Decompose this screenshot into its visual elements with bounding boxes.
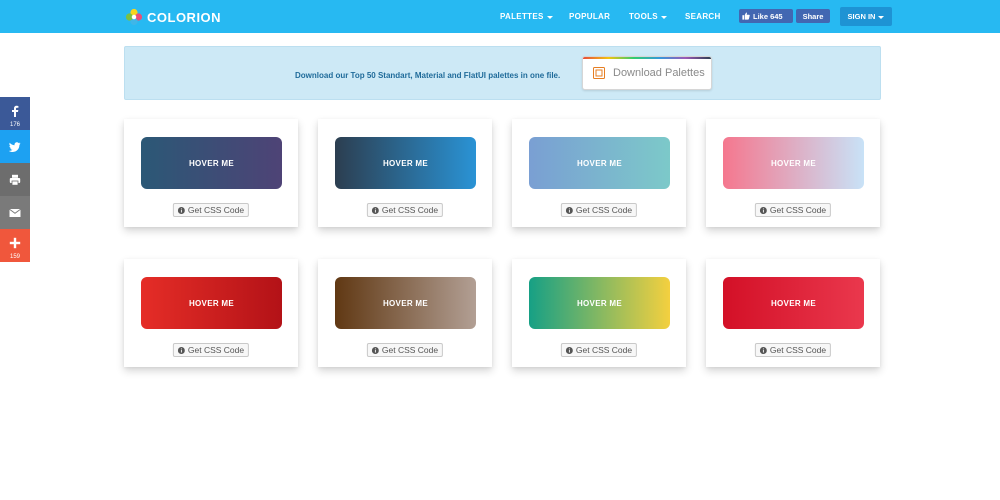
sign-in-label: SIGN IN <box>847 12 876 21</box>
gradient-card: HOVER ME Get CSS Code <box>124 119 298 227</box>
gradient-swatch[interactable]: HOVER ME <box>723 277 864 329</box>
share-twitter[interactable] <box>0 130 30 163</box>
get-css-code-button[interactable]: Get CSS Code <box>560 343 638 357</box>
plus-icon <box>9 237 21 248</box>
gradient-swatch[interactable]: HOVER ME <box>529 137 670 189</box>
gradient-swatch[interactable]: HOVER ME <box>529 277 670 329</box>
get-css-code-button[interactable]: Get CSS Code <box>754 203 832 217</box>
gradient-card: HOVER ME Get CSS Code <box>318 259 492 367</box>
facebook-like-button[interactable]: Like 645 <box>739 9 793 23</box>
hover-me-label: HOVER ME <box>770 158 817 168</box>
nav-tools-label: TOOLS <box>629 12 658 21</box>
hover-me-label: HOVER ME <box>770 298 817 308</box>
nav-palettes[interactable]: PALETTES <box>500 12 553 21</box>
get-css-code-button[interactable]: Get CSS Code <box>172 343 250 357</box>
nav-search-label: SEARCH <box>685 12 721 21</box>
share-sidebar: 176 159 <box>0 97 30 262</box>
info-icon <box>371 346 379 354</box>
facebook-share-label: Share <box>802 11 824 21</box>
gradient-card: HOVER ME Get CSS Code <box>318 119 492 227</box>
gradient-card: HOVER ME Get CSS Code <box>706 259 880 367</box>
hover-me-label: HOVER ME <box>188 298 235 308</box>
nav-popular-label: POPULAR <box>569 12 611 21</box>
info-icon <box>371 206 379 214</box>
brand[interactable]: COLORION <box>125 7 221 27</box>
get-css-code-label: Get CSS Code <box>575 345 633 355</box>
chevron-down-icon <box>546 15 553 19</box>
gradient-card: HOVER ME Get CSS Code <box>512 119 686 227</box>
nav-tools[interactable]: TOOLS <box>629 12 667 21</box>
get-css-code-label: Get CSS Code <box>381 205 439 215</box>
banner-text: Download our Top 50 Standart, Material a… <box>295 71 561 80</box>
get-css-code-label: Get CSS Code <box>769 345 827 355</box>
colorion-logo-icon <box>125 8 143 26</box>
download-banner: Download our Top 50 Standart, Material a… <box>124 46 881 100</box>
twitter-icon <box>9 141 21 152</box>
get-css-code-button[interactable]: Get CSS Code <box>560 203 638 217</box>
facebook-like-label: Like 645 <box>753 11 783 21</box>
thumbs-up-icon <box>742 12 750 20</box>
get-css-code-button[interactable]: Get CSS Code <box>366 203 444 217</box>
get-css-code-button[interactable]: Get CSS Code <box>172 203 250 217</box>
brand-name: COLORION <box>147 9 222 25</box>
download-palettes-label: Download Palettes <box>613 67 705 79</box>
hover-me-label: HOVER ME <box>382 298 429 308</box>
hover-me-label: HOVER ME <box>576 158 623 168</box>
palette-download-icon <box>593 67 605 79</box>
email-icon <box>9 208 21 217</box>
get-css-code-button[interactable]: Get CSS Code <box>754 343 832 357</box>
share-more[interactable]: 159 <box>0 229 30 262</box>
sign-in-button[interactable]: SIGN IN <box>840 7 892 26</box>
nav-palettes-label: PALETTES <box>500 12 544 21</box>
info-icon <box>759 206 767 214</box>
nav-search[interactable]: SEARCH <box>685 12 721 21</box>
get-css-code-label: Get CSS Code <box>187 345 245 355</box>
hover-me-label: HOVER ME <box>382 158 429 168</box>
facebook-share-button[interactable]: Share <box>796 9 830 23</box>
share-email[interactable] <box>0 196 30 229</box>
info-icon <box>565 206 573 214</box>
more-share-count: 159 <box>9 254 20 260</box>
info-icon <box>565 346 573 354</box>
get-css-code-label: Get CSS Code <box>381 345 439 355</box>
info-icon <box>759 346 767 354</box>
share-facebook[interactable]: 176 <box>0 97 30 130</box>
get-css-code-button[interactable]: Get CSS Code <box>366 343 444 357</box>
print-icon <box>9 174 21 186</box>
get-css-code-label: Get CSS Code <box>769 205 827 215</box>
gradient-swatch[interactable]: HOVER ME <box>335 137 476 189</box>
info-icon <box>177 206 185 214</box>
gradient-card: HOVER ME Get CSS Code <box>706 119 880 227</box>
facebook-icon <box>12 105 19 117</box>
get-css-code-label: Get CSS Code <box>187 205 245 215</box>
facebook-share-count: 176 <box>9 122 20 128</box>
chevron-down-icon <box>878 15 885 19</box>
nav-popular[interactable]: POPULAR <box>569 12 610 21</box>
info-icon <box>177 346 185 354</box>
hover-me-label: HOVER ME <box>576 298 623 308</box>
gradient-card: HOVER ME Get CSS Code <box>124 259 298 367</box>
gradient-swatch[interactable]: HOVER ME <box>141 277 282 329</box>
gradient-swatch[interactable]: HOVER ME <box>723 137 864 189</box>
share-print[interactable] <box>0 163 30 196</box>
gradient-swatch[interactable]: HOVER ME <box>335 277 476 329</box>
chevron-down-icon <box>660 15 667 19</box>
top-navbar: COLORION PALETTES POPULAR TOOLS SEARCH L… <box>0 0 1000 33</box>
get-css-code-label: Get CSS Code <box>575 205 633 215</box>
gradient-swatch[interactable]: HOVER ME <box>141 137 282 189</box>
gradient-card: HOVER ME Get CSS Code <box>512 259 686 367</box>
hover-me-label: HOVER ME <box>188 158 235 168</box>
download-palettes-button[interactable]: Download Palettes <box>582 56 712 90</box>
